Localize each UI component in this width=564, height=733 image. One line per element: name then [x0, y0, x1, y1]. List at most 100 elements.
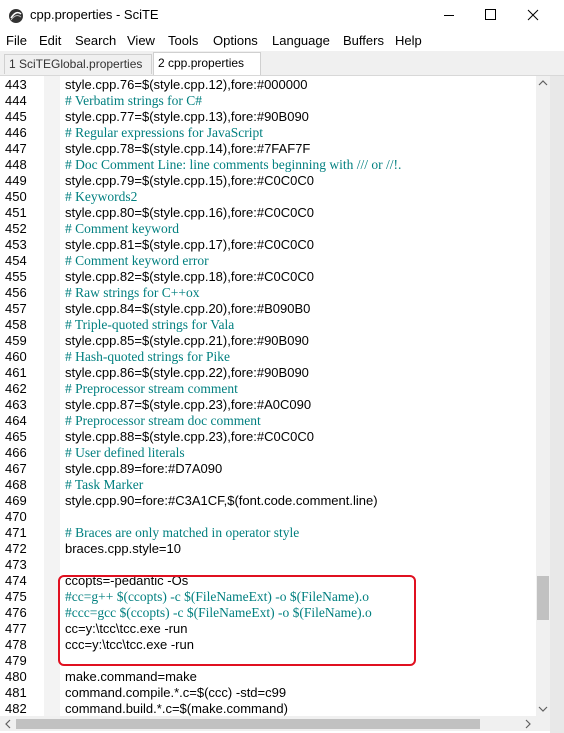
code-text: command.compile.*.c=$(ccc) -std=c99: [65, 685, 287, 700]
code-line[interactable]: 471 # Braces are only matched in operator…: [0, 525, 550, 541]
code-line[interactable]: 454 # Comment keyword error: [0, 253, 550, 269]
code-line[interactable]: 443 style.cpp.76=$(style.cpp.12),fore:#00…: [0, 77, 550, 93]
line-number: 451: [5, 205, 27, 220]
menu-file[interactable]: File: [6, 33, 27, 48]
code-line[interactable]: 462 # Preprocessor stream comment: [0, 381, 550, 397]
code-line[interactable]: 455 style.cpp.82=$(style.cpp.18),fore:#C0…: [0, 269, 550, 285]
code-line[interactable]: 464 # Preprocessor stream doc comment: [0, 413, 550, 429]
scroll-right-arrow-icon[interactable]: [522, 718, 534, 730]
vertical-scrollbar-thumb[interactable]: [537, 576, 549, 620]
comment-text: # Comment keyword: [65, 221, 179, 236]
comment-text: # Verbatim strings for C#: [65, 93, 202, 108]
code-line[interactable]: 468 # Task Marker: [0, 477, 550, 493]
menu-tools[interactable]: Tools: [168, 33, 198, 48]
scroll-left-arrow-icon[interactable]: [2, 718, 14, 730]
code-line[interactable]: 472 braces.cpp.style=10: [0, 541, 550, 557]
code-line[interactable]: 473: [0, 557, 550, 573]
maximize-button[interactable]: [472, 0, 518, 31]
window-title: cpp.properties - SciTE: [30, 7, 159, 22]
line-number: 477: [5, 621, 27, 636]
code-line[interactable]: 452 # Comment keyword: [0, 221, 550, 237]
menu-search[interactable]: Search: [75, 33, 116, 48]
line-number: 448: [5, 157, 27, 172]
menu-view[interactable]: View: [127, 33, 155, 48]
line-number: 444: [5, 93, 27, 108]
line-number: 481: [5, 685, 27, 700]
minimize-button[interactable]: [426, 0, 472, 31]
code-line[interactable]: 446 # Regular expressions for JavaScript: [0, 125, 550, 141]
comment-text: # Hash-quoted strings for Pike: [65, 349, 230, 364]
code-line[interactable]: 482 command.build.*.c=$(make.command): [0, 701, 550, 716]
comment-text: # Regular expressions for JavaScript: [65, 125, 263, 140]
line-number: 480: [5, 669, 27, 684]
code-text: command.build.*.c=$(make.command): [65, 701, 288, 716]
comment-text: # Raw strings for C++ox: [65, 285, 200, 300]
maximize-icon: [485, 9, 496, 20]
comment-text: # Task Marker: [65, 477, 144, 492]
horizontal-scrollbar-thumb[interactable]: [16, 719, 480, 729]
tab-sciteglobal-properties[interactable]: 1 SciTEGlobal.properties: [4, 54, 152, 74]
line-number: 464: [5, 413, 27, 428]
line-number: 470: [5, 509, 27, 524]
comment-text: # Preprocessor stream doc comment: [65, 413, 261, 428]
code-text: style.cpp.76=$(style.cpp.12),fore:#00000…: [65, 77, 308, 92]
line-number: 453: [5, 237, 27, 252]
code-line[interactable]: 450 # Keywords2: [0, 189, 550, 205]
line-number: 446: [5, 125, 27, 140]
code-line[interactable]: 469 style.cpp.90=fore:#C3A1CF,$(font.code…: [0, 493, 550, 509]
code-line[interactable]: 481 command.compile.*.c=$(ccc) -std=c99: [0, 685, 550, 701]
code-line[interactable]: 449 style.cpp.79=$(style.cpp.15),fore:#C0…: [0, 173, 550, 189]
code-line[interactable]: 467 style.cpp.89=fore:#D7A090: [0, 461, 550, 477]
line-number: 458: [5, 317, 27, 332]
code-line[interactable]: 460 # Hash-quoted strings for Pike: [0, 349, 550, 365]
code-text: style.cpp.80=$(style.cpp.16),fore:#C0C0C…: [65, 205, 314, 220]
code-text: make.command=make: [65, 669, 197, 684]
code-line[interactable]: 456 # Raw strings for C++ox: [0, 285, 550, 301]
background-window-edge: [550, 76, 564, 733]
code-text: style.cpp.85=$(style.cpp.21),fore:#90B09…: [65, 333, 309, 348]
code-line[interactable]: 470: [0, 509, 550, 525]
code-line[interactable]: 463 style.cpp.87=$(style.cpp.23),fore:#A0…: [0, 397, 550, 413]
code-text: style.cpp.84=$(style.cpp.20),fore:#B090B…: [65, 301, 311, 316]
title-bar: cpp.properties - SciTE: [0, 0, 564, 31]
code-line[interactable]: 445 style.cpp.77=$(style.cpp.13),fore:#90…: [0, 109, 550, 125]
line-number: 475: [5, 589, 27, 604]
code-line[interactable]: 444 # Verbatim strings for C#: [0, 93, 550, 109]
menu-options[interactable]: Options: [213, 33, 258, 48]
code-line[interactable]: 465 style.cpp.88=$(style.cpp.23),fore:#C0…: [0, 429, 550, 445]
line-number: 474: [5, 573, 27, 588]
menu-help[interactable]: Help: [395, 33, 422, 48]
close-button[interactable]: [518, 0, 564, 31]
comment-text: # Triple-quoted strings for Vala: [65, 317, 235, 332]
line-number: 462: [5, 381, 27, 396]
code-line[interactable]: 459 style.cpp.85=$(style.cpp.21),fore:#90…: [0, 333, 550, 349]
menu-edit[interactable]: Edit: [39, 33, 61, 48]
code-line[interactable]: 466 # User defined literals: [0, 445, 550, 461]
code-text: style.cpp.81=$(style.cpp.17),fore:#C0C0C…: [65, 237, 314, 252]
line-number: 468: [5, 477, 27, 492]
code-line[interactable]: 461 style.cpp.86=$(style.cpp.22),fore:#90…: [0, 365, 550, 381]
code-line[interactable]: 458 # Triple-quoted strings for Vala: [0, 317, 550, 333]
comment-text: # User defined literals: [65, 445, 185, 460]
line-number: 449: [5, 173, 27, 188]
menu-buffers[interactable]: Buffers: [343, 33, 384, 48]
code-line[interactable]: 448 # Doc Comment Line: line comments beg…: [0, 157, 550, 173]
comment-text: # Comment keyword error: [65, 253, 209, 268]
menu-language[interactable]: Language: [272, 33, 330, 48]
code-line[interactable]: 453 style.cpp.81=$(style.cpp.17),fore:#C0…: [0, 237, 550, 253]
code-line[interactable]: 451 style.cpp.80=$(style.cpp.16),fore:#C0…: [0, 205, 550, 221]
vertical-scrollbar[interactable]: [536, 76, 550, 716]
code-line[interactable]: 457 style.cpp.84=$(style.cpp.20),fore:#B0…: [0, 301, 550, 317]
line-number: 459: [5, 333, 27, 348]
scroll-up-arrow-icon[interactable]: [536, 76, 550, 90]
line-number: 447: [5, 141, 27, 156]
line-number: 457: [5, 301, 27, 316]
code-line[interactable]: 447 style.cpp.78=$(style.cpp.14),fore:#7F…: [0, 141, 550, 157]
code-line[interactable]: 480 make.command=make: [0, 669, 550, 685]
line-number: 472: [5, 541, 27, 556]
scroll-down-arrow-icon[interactable]: [536, 702, 550, 716]
menu-bar: File Edit Search View Tools Options Lang…: [0, 31, 564, 51]
line-number: 465: [5, 429, 27, 444]
code-text: style.cpp.90=fore:#C3A1CF,$(font.code.co…: [65, 493, 378, 508]
tab-cpp-properties[interactable]: 2 cpp.properties: [153, 52, 261, 75]
